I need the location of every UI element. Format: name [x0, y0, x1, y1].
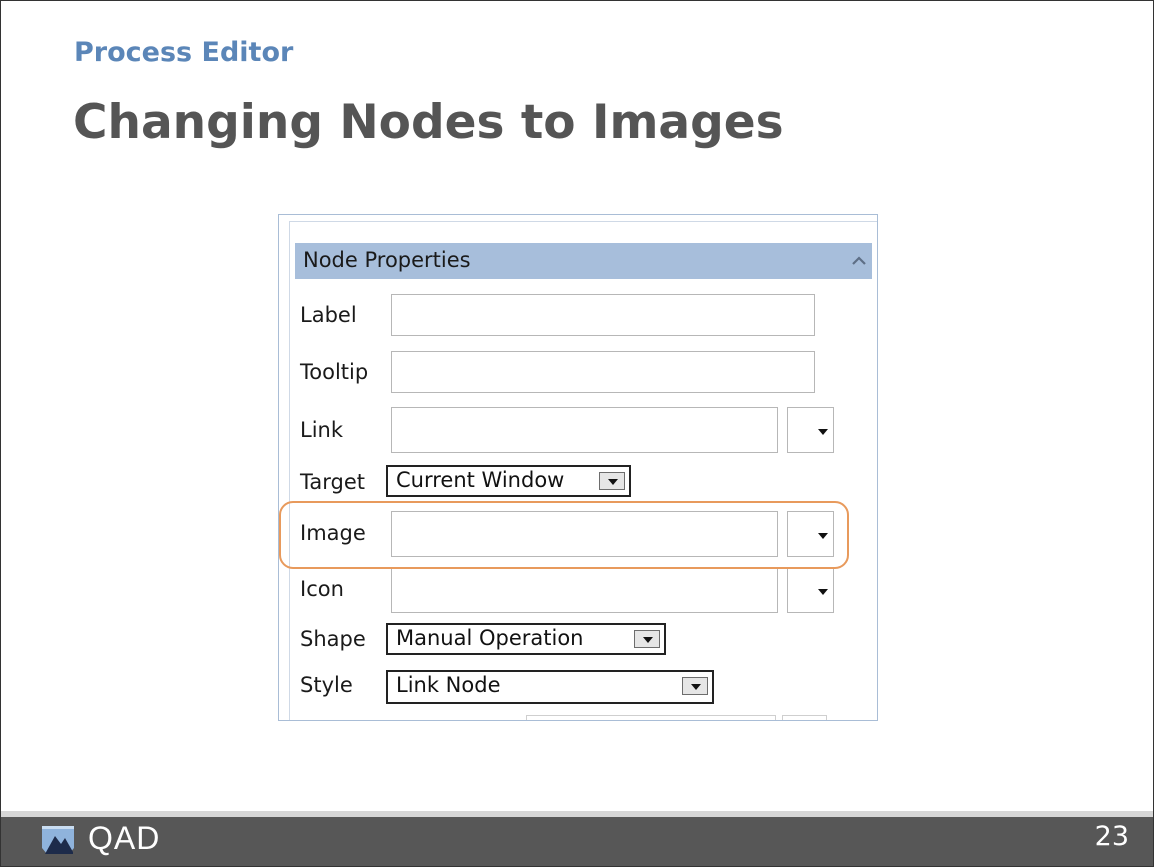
panel-header-title: Node Properties [303, 248, 471, 272]
panel-edge-mark [278, 368, 279, 372]
cut-off-input[interactable] [526, 715, 776, 720]
link-input[interactable] [391, 407, 778, 453]
dropdown-arrow-icon [818, 589, 828, 595]
qad-logo-text: QAD [88, 820, 161, 856]
dropdown-arrow-icon [682, 677, 708, 695]
image-highlight-outline [279, 501, 849, 569]
style-select-value: Link Node [396, 673, 501, 697]
page-number: 23 [1094, 821, 1129, 852]
icon-input[interactable] [391, 567, 778, 613]
panel-left-border [289, 221, 290, 720]
shape-select[interactable]: Manual Operation [386, 623, 666, 655]
link-dropdown-button[interactable] [787, 407, 834, 453]
slide-title: Changing Nodes to Images [73, 95, 784, 150]
dropdown-arrow-icon [634, 630, 660, 648]
slide: Process Editor Changing Nodes to Images … [0, 0, 1154, 867]
tooltip-input[interactable] [391, 351, 815, 393]
label-field-label: Label [300, 303, 357, 327]
icon-field-label: Icon [300, 577, 344, 601]
link-field-label: Link [300, 418, 344, 442]
qad-logo-icon [42, 826, 74, 854]
icon-dropdown-button[interactable] [787, 567, 834, 613]
tooltip-field-label: Tooltip [300, 360, 369, 384]
cut-off-dropdown-button[interactable] [782, 715, 827, 720]
slide-kicker: Process Editor [74, 37, 294, 68]
target-select-value: Current Window [396, 468, 565, 492]
node-properties-panel: Node Properties Label Tooltip Link Targe… [278, 214, 878, 721]
footer-bar [1, 811, 1153, 866]
panel-header[interactable]: Node Properties [295, 243, 872, 279]
label-input[interactable] [391, 294, 815, 336]
target-select[interactable]: Current Window [386, 465, 631, 497]
dropdown-arrow-icon [599, 472, 625, 490]
style-select[interactable]: Link Node [386, 670, 714, 704]
panel-top-border [289, 221, 877, 222]
dropdown-arrow-icon [818, 429, 828, 435]
target-field-label: Target [300, 470, 365, 494]
footer-shadow [1, 811, 1153, 817]
style-field-label: Style [300, 673, 353, 697]
shape-select-value: Manual Operation [396, 626, 584, 650]
shape-field-label: Shape [300, 627, 366, 651]
chevron-up-icon[interactable] [851, 253, 867, 269]
